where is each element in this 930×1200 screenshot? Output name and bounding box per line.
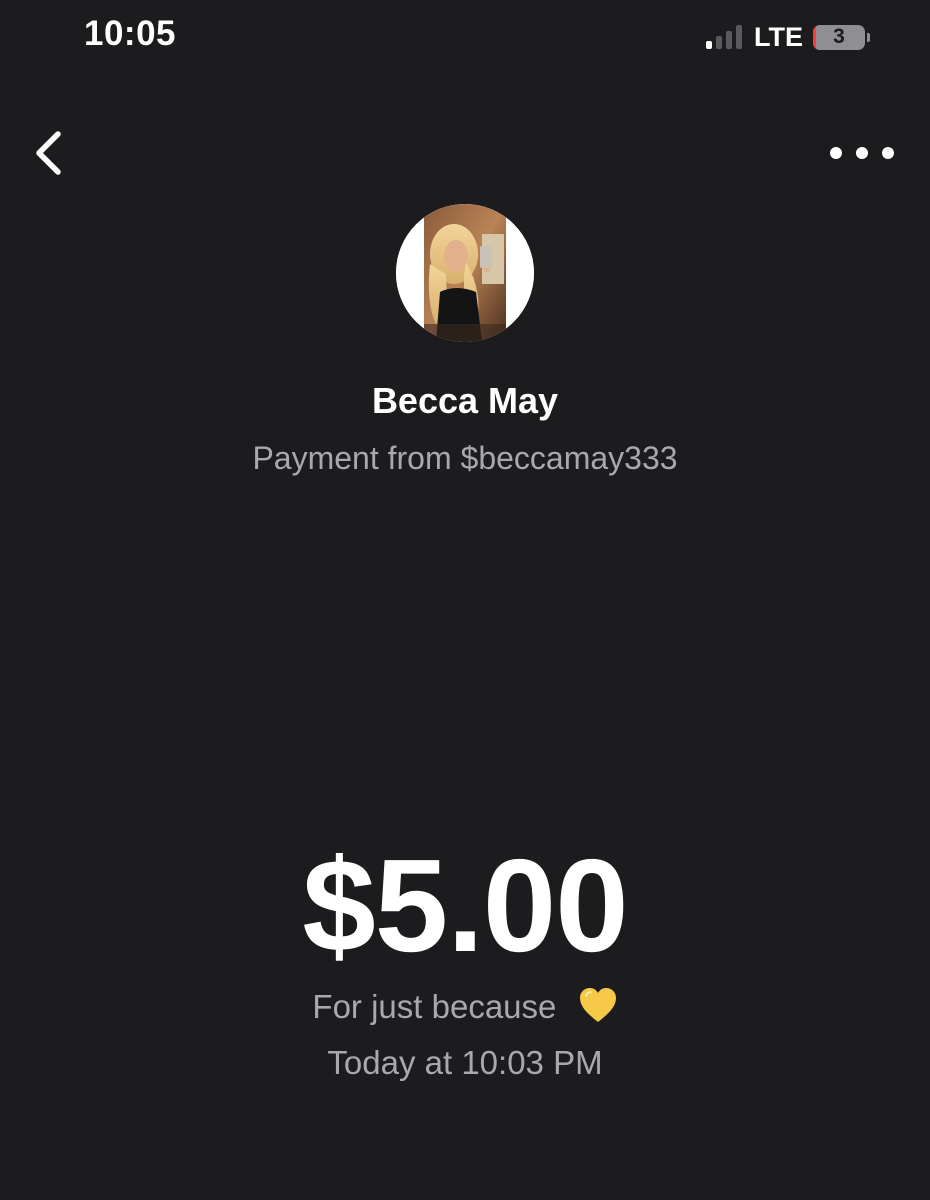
battery-icon: 3 xyxy=(813,24,865,50)
more-options-button[interactable] xyxy=(830,138,894,168)
battery-cap xyxy=(867,32,870,42)
network-type: LTE xyxy=(754,21,803,52)
ellipsis-dot xyxy=(830,147,842,159)
battery-fill xyxy=(813,24,817,50)
payment-amount: $5.00 xyxy=(302,832,628,979)
avatar[interactable] xyxy=(396,204,534,342)
battery-level: 3 xyxy=(833,25,845,48)
back-button[interactable] xyxy=(28,126,72,180)
ellipsis-dot xyxy=(882,147,894,159)
yellow-heart-icon xyxy=(578,986,618,1032)
status-indicators: LTE 3 xyxy=(706,22,870,52)
payment-note: For just because xyxy=(0,986,930,1032)
profile-photo xyxy=(396,204,534,342)
status-time: 10:05 xyxy=(84,14,177,53)
sender-name: Becca May xyxy=(371,380,559,421)
payment-subtitle: Payment from $beccamay333 xyxy=(252,440,678,476)
ellipsis-dot xyxy=(856,147,868,159)
cellular-signal-icon xyxy=(706,25,742,49)
chevron-left-icon xyxy=(36,131,61,175)
status-bar: 10:05 LTE 3 xyxy=(0,0,930,80)
payment-note-text: For just because xyxy=(312,988,557,1025)
payment-timestamp: Today at 10:03 PM xyxy=(327,1044,603,1081)
